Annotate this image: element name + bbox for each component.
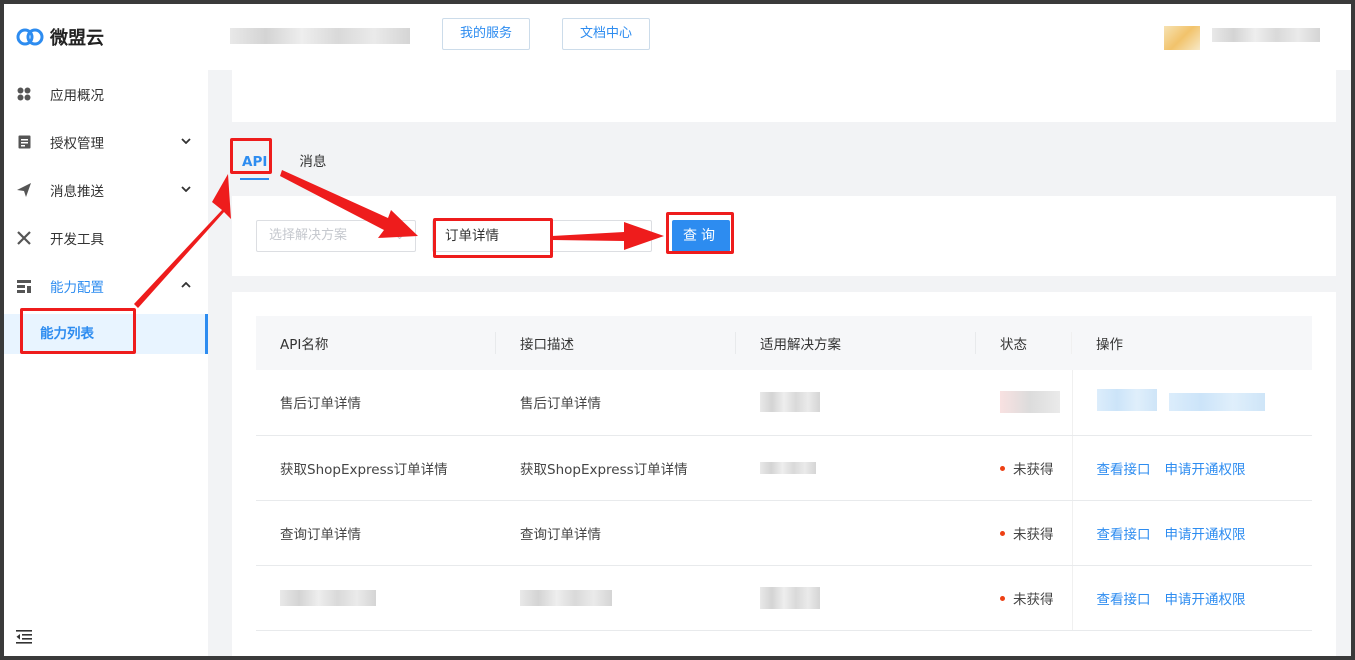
config-icon: [16, 278, 32, 294]
solution-select-placeholder: 选择解决方案: [269, 228, 348, 243]
table-row: 未获得 查看接口 申请开通权限: [256, 565, 1312, 631]
chevron-up-icon: [180, 279, 192, 291]
filter-bar: 选择解决方案 ⌄ 订单详情 查询: [232, 196, 1336, 276]
sidebar-item-label: 消息推送: [50, 184, 104, 200]
tab-messages[interactable]: 消息: [299, 150, 326, 180]
api-name-cell: 获取ShopExpress订单详情: [256, 435, 496, 501]
apply-permission-link[interactable]: 申请开通权限: [1165, 462, 1246, 478]
column-header-actions: 操作: [1072, 316, 1312, 370]
status-cell: 未获得: [976, 435, 1072, 501]
table-row: 获取ShopExpress订单详情 获取ShopExpress订单详情 未获得 …: [256, 435, 1312, 501]
column-header-status: 状态: [976, 316, 1072, 370]
sidebar-item-dev-tools[interactable]: 开发工具: [4, 214, 208, 262]
column-header-solution: 适用解决方案: [736, 316, 976, 370]
app-name: 微盟云: [50, 28, 104, 49]
actions-cell: 查看接口 申请开通权限: [1071, 565, 1312, 631]
app-logo[interactable]: 微盟云: [16, 24, 104, 50]
solution-select[interactable]: 选择解决方案 ⌄: [256, 220, 416, 252]
status-badge: 未获得: [1013, 591, 1054, 608]
status-badge: 未获得: [1013, 461, 1054, 478]
status-dot: [1000, 596, 1005, 601]
sidebar-item-label: 应用概况: [50, 88, 104, 104]
document-icon: [16, 134, 32, 150]
docs-center-button[interactable]: 文档中心: [562, 18, 650, 50]
table-header-row: API名称 接口描述 适用解决方案 状态 操作: [256, 316, 1312, 370]
view-api-link[interactable]: 查看接口: [1097, 462, 1151, 478]
paper-plane-icon: [16, 182, 32, 198]
annotation-box-capability-list: [20, 308, 136, 354]
view-api-link[interactable]: 查看接口: [1097, 527, 1151, 543]
api-name-cell: 查询订单详情: [256, 500, 496, 566]
annotation-box-api-tab: [230, 138, 272, 174]
chevron-down-icon: ⌄: [394, 228, 405, 243]
column-header-description: 接口描述: [496, 316, 736, 370]
grid-icon: [16, 86, 32, 102]
sidebar: 应用概况 授权管理 消息推送 开发工具 能力配置 能力列表: [4, 70, 208, 656]
top-bar: 微盟云 我的服务 文档中心: [4, 4, 1351, 70]
view-api-link[interactable]: 查看接口: [1097, 592, 1151, 608]
blurred-status: [1000, 391, 1060, 414]
api-desc-cell: [496, 565, 736, 631]
api-desc-cell: 售后订单详情: [496, 370, 736, 436]
main-content: API 消息 选择解决方案 ⌄ 订单详情 查询 API名称 接口描述 适用解决方…: [232, 70, 1336, 656]
actions-cell: 查看接口 申请开通权限: [1071, 435, 1312, 501]
apply-permission-link[interactable]: 申请开通权限: [1165, 592, 1246, 608]
sidebar-item-label: 开发工具: [50, 232, 104, 248]
menu-collapse-icon[interactable]: [16, 630, 32, 646]
blurred-api-name: [280, 589, 376, 606]
blurred-solution: [760, 461, 816, 474]
column-header-label: 适用解决方案: [760, 337, 841, 353]
my-services-button[interactable]: 我的服务: [442, 18, 530, 50]
chevron-down-icon: [180, 183, 192, 195]
solution-cell: [736, 435, 976, 501]
sidebar-item-label: 能力配置: [50, 280, 104, 296]
info-card: [232, 70, 1336, 122]
status-cell: 未获得: [976, 500, 1072, 566]
sidebar-item-label: 授权管理: [50, 136, 104, 152]
solution-cell: [736, 565, 976, 631]
column-header-label: API名称: [280, 337, 329, 353]
api-desc-cell: 查询订单详情: [496, 500, 736, 566]
solution-cell: [736, 370, 976, 436]
api-table: API名称 接口描述 适用解决方案 状态 操作 售后订单详情 售后订单详情 获取…: [256, 316, 1312, 631]
table-row: 售后订单详情 售后订单详情: [256, 370, 1312, 436]
blurred-solution: [760, 392, 820, 413]
sidebar-item-overview[interactable]: 应用概况: [4, 70, 208, 118]
api-desc-cell: 获取ShopExpress订单详情: [496, 435, 736, 501]
column-header-api-name: API名称: [256, 316, 496, 370]
chevron-down-icon: [180, 135, 192, 147]
api-table-card: API名称 接口描述 适用解决方案 状态 操作 售后订单详情 售后订单详情 获取…: [232, 292, 1336, 656]
actions-cell: [1071, 370, 1312, 436]
status-dot: [1000, 531, 1005, 536]
status-cell: 未获得: [976, 565, 1072, 631]
blurred-view-link[interactable]: [1096, 389, 1157, 412]
column-header-label: 操作: [1096, 337, 1123, 353]
status-cell: [976, 370, 1072, 436]
blurred-api-desc: [520, 589, 612, 606]
annotation-box-query-button: [666, 212, 734, 254]
blurred-app-title: [230, 28, 410, 44]
solution-cell: [736, 500, 976, 566]
blurred-apply-link[interactable]: [1168, 393, 1265, 412]
annotation-box-search-input: [433, 218, 553, 258]
api-name-cell: [256, 565, 496, 631]
actions-cell: 查看接口 申请开通权限: [1071, 500, 1312, 566]
column-header-label: 状态: [1000, 337, 1027, 353]
sidebar-item-messages[interactable]: 消息推送: [4, 166, 208, 214]
sidebar-item-auth[interactable]: 授权管理: [4, 118, 208, 166]
logo-icon: [16, 28, 44, 46]
status-dot: [1000, 466, 1005, 471]
status-badge: 未获得: [1013, 526, 1054, 543]
apply-permission-link[interactable]: 申请开通权限: [1165, 527, 1246, 543]
blurred-username: [1212, 28, 1320, 42]
screenshot-frame: 微盟云 我的服务 文档中心 应用概况 授权管理 消息推送 开发工具 能力配置 能…: [0, 0, 1355, 660]
column-header-label: 接口描述: [520, 337, 574, 353]
tools-icon: [16, 230, 32, 246]
api-name-cell: 售后订单详情: [256, 370, 496, 436]
avatar[interactable]: [1164, 26, 1200, 50]
table-row: 查询订单详情 查询订单详情 未获得 查看接口 申请开通权限: [256, 500, 1312, 566]
sidebar-item-capability-config[interactable]: 能力配置: [4, 262, 208, 310]
blurred-solution: [760, 586, 820, 609]
